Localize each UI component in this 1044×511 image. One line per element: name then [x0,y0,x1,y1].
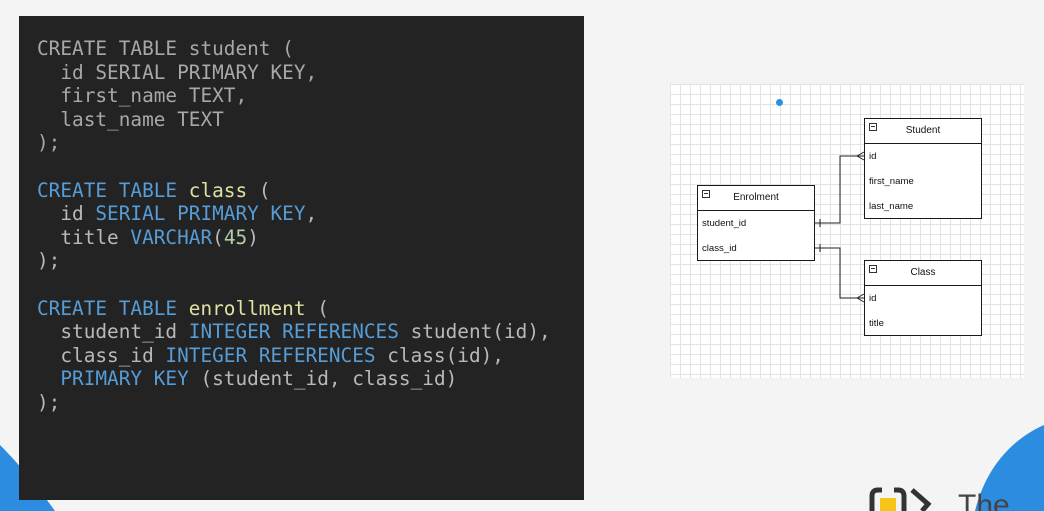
code-token: title [37,225,131,249]
entity-class[interactable]: Class id title [864,260,982,336]
code-token: PRIMARY KEY [60,367,189,391]
code-line: id SERIAL PRIMARY KEY, [37,61,584,85]
collapse-icon[interactable] [869,123,877,131]
code-token: class(id), [375,343,504,367]
code-token: id SERIAL PRIMARY KEY, [37,60,318,84]
er-diagram-canvas: Student id first_name last_name Enrolmen… [670,84,1024,378]
code-line: CREATE TABLE class ( [37,179,584,203]
entity-header: Student [865,119,981,144]
entity-student[interactable]: Student id first_name last_name [864,118,982,219]
code-token: CREATE TABLE [37,37,189,60]
code-token: id [37,202,96,226]
collapse-icon[interactable] [702,190,710,198]
code-line: ); [37,249,584,273]
code-line: ); [37,391,584,415]
code-token: ); [37,390,61,414]
code-token: ) [247,225,259,249]
entity-title: Enrolment [733,192,779,203]
code-token: VARCHAR [130,225,213,249]
code-line: title VARCHAR(45) [37,226,584,250]
code-token: class_id [37,343,166,367]
code-line: ); [37,131,584,155]
code-token: INTEGER REFERENCES [165,343,376,367]
collapse-icon[interactable] [869,265,877,273]
entity-attribute: first_name [869,176,914,187]
code-token: INTEGER REFERENCES [188,320,399,344]
code-token: CREATE TABLE [37,178,189,202]
code-line: class_id INTEGER REFERENCES class(id), [37,344,584,368]
code-line: id SERIAL PRIMARY KEY, [37,202,584,226]
selection-dot [776,99,783,106]
entity-attribute: id [869,151,877,162]
code-token: class [188,178,248,202]
entity-header: Enrolment [698,186,814,211]
entity-header: Class [865,261,981,286]
entity-attribute: id [869,293,877,304]
entity-title: Class [910,267,936,278]
code-token: , [305,202,318,226]
code-token: ( [212,225,224,249]
entity-enrolment[interactable]: Enrolment student_id class_id [697,185,815,261]
entity-attribute: class_id [702,243,737,254]
entity-title: Student [905,125,941,136]
code-line: first_name TEXT, [37,84,584,108]
code-token: ( [247,178,271,202]
code-token: student(id), [398,320,551,344]
logo-text: The [958,489,1010,511]
code-line: last_name TEXT [37,108,584,132]
entity-attribute: title [869,318,884,329]
entity-attribute: last_name [869,201,914,212]
code-token: 45 [223,225,248,249]
code-token: first_name TEXT, [37,84,248,108]
entity-attribute: student_id [702,218,747,229]
code-line: student_id INTEGER REFERENCES student(id… [37,320,584,344]
sql-code-panel: CREATE TABLE student ( id SERIAL PRIMARY… [19,16,584,500]
code-token: ); [37,131,61,155]
code-token: ); [37,249,61,273]
code-token: enrollment [188,296,306,320]
code-token: SERIAL PRIMARY KEY [95,202,306,226]
code-token: student [188,37,271,60]
code-token: last_name TEXT [37,107,224,131]
code-line: CREATE TABLE student ( [37,37,584,61]
code-token: ( [305,296,329,320]
code-token: student_id [37,320,189,344]
code-line: PRIMARY KEY (student_id, class_id) [37,367,584,391]
code-token: CREATE TABLE [37,296,189,320]
logo: The [869,487,1010,511]
code-token: ( [270,37,294,60]
code-token: (student_id, class_id) [188,367,458,391]
code-line: CREATE TABLE enrollment ( [37,297,584,321]
